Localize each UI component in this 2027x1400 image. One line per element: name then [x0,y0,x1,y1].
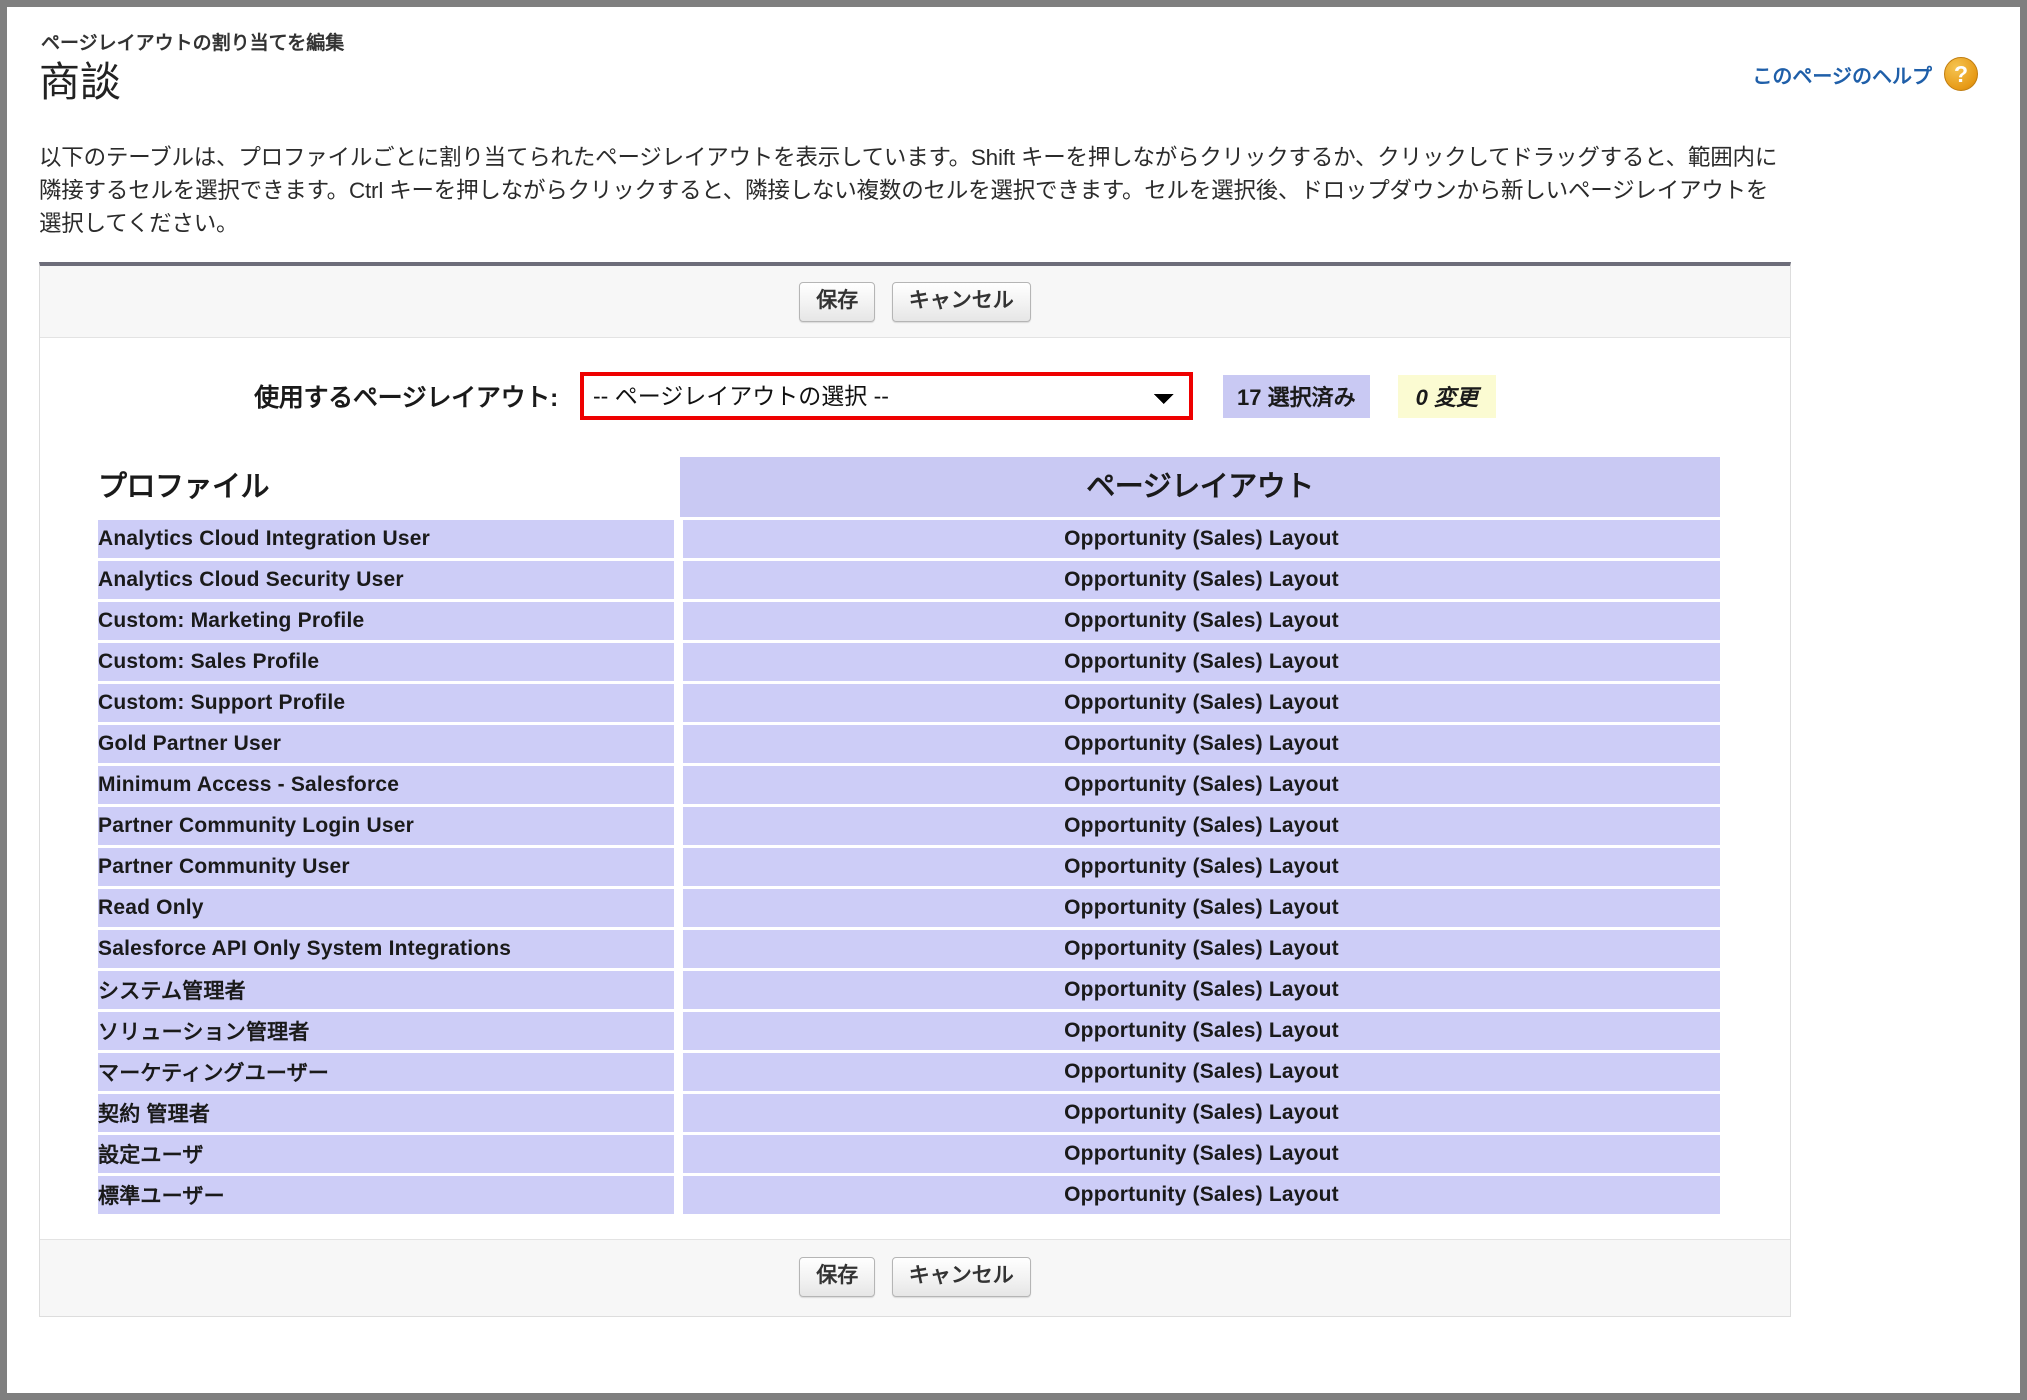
layout-cell[interactable]: Opportunity (Sales) Layout [680,1012,1720,1050]
profile-cell[interactable]: 契約 管理者 [98,1094,674,1132]
toolbar-top: 保存 キャンセル [40,266,1790,338]
profile-cell[interactable]: ソリューション管理者 [98,1012,674,1050]
save-button-top[interactable]: 保存 [799,282,876,322]
profile-cell[interactable]: 設定ユーザ [98,1135,674,1173]
assignment-table: プロファイル ページレイアウト Analytics Cloud Integrat… [98,454,1720,1217]
table-row: Gold Partner User Opportunity (Sales) Lay… [98,725,1720,763]
table-head: プロファイル ページレイアウト [98,457,1720,517]
layout-cell[interactable]: Opportunity (Sales) Layout [680,1135,1720,1173]
table-row: Minimum Access - Salesforce Opportunity (… [98,766,1720,804]
layout-select-label: 使用するページレイアウト: [254,384,558,412]
table-row: Custom: Marketing Profile Opportunity (Sa… [98,602,1720,640]
page-container: ページレイアウトの割り当てを編集 商談 このページのヘルプ ? 以下のテーブルは… [7,7,2020,1393]
layout-cell[interactable]: Opportunity (Sales) Layout [680,848,1720,886]
page-header: ページレイアウトの割り当てを編集 商談 このページのヘルプ ? [37,33,1990,125]
table-row: Partner Community User Opportunity (Sales… [98,848,1720,886]
profile-cell[interactable]: Salesforce API Only System Integrations [98,930,674,968]
cancel-button-top[interactable]: キャンセル [891,282,1031,322]
table-header-row: プロファイル ページレイアウト [98,457,1720,517]
profile-cell[interactable]: Partner Community Login User [98,807,674,845]
page-layout-select[interactable]: -- ページレイアウトの選択 -- [584,376,1189,416]
page-title: 商談 [39,59,121,105]
help-area: このページのヘルプ ? [1752,57,1978,91]
save-button-bottom[interactable]: 保存 [799,1257,876,1297]
table-row: マーケティングユーザー Opportunity (Sales) Layout [98,1053,1720,1091]
profile-cell[interactable]: Custom: Marketing Profile [98,602,674,640]
panel-body: 使用するページレイアウト: -- ページレイアウトの選択 -- 17 選択済み … [40,338,1790,1239]
layout-cell[interactable]: Opportunity (Sales) Layout [680,602,1720,640]
assignment-panel: 保存 キャンセル 使用するページレイアウト: -- ページレイアウトの選択 --… [39,262,1791,1317]
profile-cell[interactable]: 標準ユーザー [98,1176,674,1214]
table-row: Analytics Cloud Security User Opportunity… [98,561,1720,599]
page-kicker: ページレイアウトの割り当てを編集 [41,33,345,54]
layout-cell[interactable]: Opportunity (Sales) Layout [680,1053,1720,1091]
layout-cell[interactable]: Opportunity (Sales) Layout [680,1176,1720,1214]
cancel-button-bottom[interactable]: キャンセル [891,1257,1031,1297]
layout-select-highlight: -- ページレイアウトの選択 -- [580,372,1193,420]
profile-cell[interactable]: システム管理者 [98,971,674,1009]
changed-count-badge: 0 変更 [1397,374,1496,418]
layout-cell[interactable]: Opportunity (Sales) Layout [680,1094,1720,1132]
help-link[interactable]: このページのヘルプ [1752,60,1932,89]
table-row: システム管理者 Opportunity (Sales) Layout [98,971,1720,1009]
layout-cell[interactable]: Opportunity (Sales) Layout [680,725,1720,763]
profile-cell[interactable]: Partner Community User [98,848,674,886]
table-row: 標準ユーザー Opportunity (Sales) Layout [98,1176,1720,1214]
table-row: Custom: Support Profile Opportunity (Sale… [98,684,1720,722]
profile-cell[interactable]: Custom: Sales Profile [98,643,674,681]
layout-select-row: 使用するページレイアウト: -- ページレイアウトの選択 -- 17 選択済み … [40,364,1790,420]
table-row: 設定ユーザ Opportunity (Sales) Layout [98,1135,1720,1173]
profile-cell[interactable]: Read Only [98,889,674,927]
screenshot-frame: ページレイアウトの割り当てを編集 商談 このページのヘルプ ? 以下のテーブルは… [0,0,2027,1400]
profile-cell[interactable]: Analytics Cloud Integration User [98,520,674,558]
assignment-table-wrap: プロファイル ページレイアウト Analytics Cloud Integrat… [40,454,1790,1217]
page-description: 以下のテーブルは、プロファイルごとに割り当てられたページレイアウトを表示していま… [39,145,1778,236]
table-row: ソリューション管理者 Opportunity (Sales) Layout [98,1012,1720,1050]
layout-cell[interactable]: Opportunity (Sales) Layout [680,930,1720,968]
layout-cell[interactable]: Opportunity (Sales) Layout [680,766,1720,804]
layout-cell[interactable]: Opportunity (Sales) Layout [680,684,1720,722]
layout-cell[interactable]: Opportunity (Sales) Layout [680,889,1720,927]
toolbar-bottom: 保存 キャンセル [40,1239,1790,1316]
column-header-layout: ページレイアウト [680,457,1720,517]
layout-cell[interactable]: Opportunity (Sales) Layout [680,561,1720,599]
profile-cell[interactable]: Custom: Support Profile [98,684,674,722]
profile-cell[interactable]: マーケティングユーザー [98,1053,674,1091]
table-row: Salesforce API Only System Integrations O… [98,930,1720,968]
profile-cell[interactable]: Minimum Access - Salesforce [98,766,674,804]
column-header-profile: プロファイル [98,457,674,517]
selected-count-badge: 17 選択済み [1223,374,1370,418]
layout-cell[interactable]: Opportunity (Sales) Layout [680,971,1720,1009]
layout-cell[interactable]: Opportunity (Sales) Layout [680,643,1720,681]
table-row: Read Only Opportunity (Sales) Layout [98,889,1720,927]
table-row: Custom: Sales Profile Opportunity (Sales)… [98,643,1720,681]
question-mark-icon[interactable]: ? [1944,57,1978,91]
table-body: Analytics Cloud Integration User Opportun… [98,520,1720,1214]
table-row: 契約 管理者 Opportunity (Sales) Layout [98,1094,1720,1132]
table-row: Partner Community Login User Opportunity … [98,807,1720,845]
layout-cell[interactable]: Opportunity (Sales) Layout [680,807,1720,845]
table-row: Analytics Cloud Integration User Opportun… [98,520,1720,558]
profile-cell[interactable]: Analytics Cloud Security User [98,561,674,599]
layout-cell[interactable]: Opportunity (Sales) Layout [680,520,1720,558]
profile-cell[interactable]: Gold Partner User [98,725,674,763]
